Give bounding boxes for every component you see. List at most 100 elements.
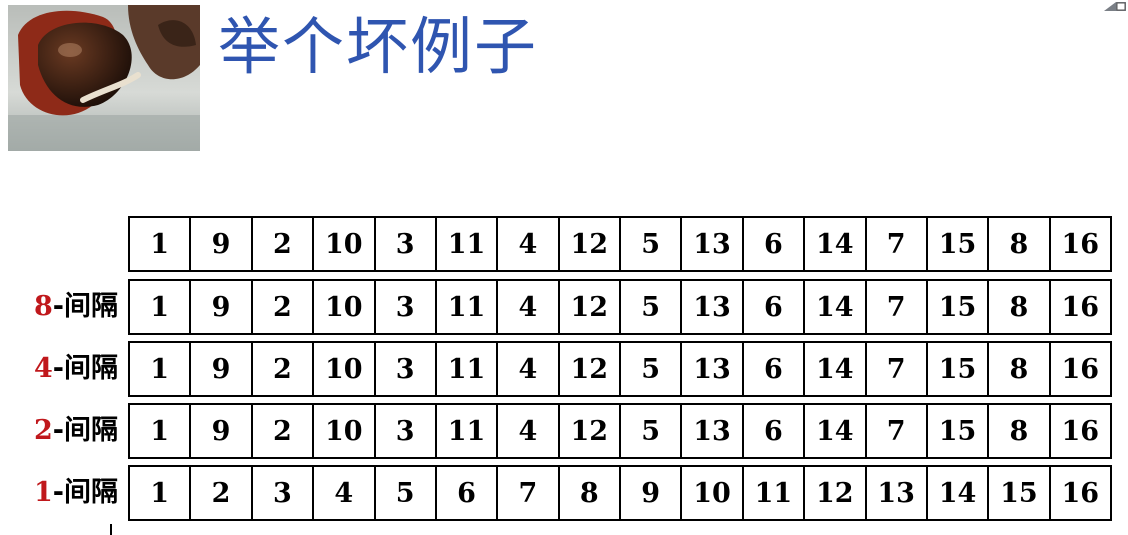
gap-label-text: -间隔 xyxy=(52,477,118,508)
table-cell: 5 xyxy=(621,218,683,270)
table-cell: 12 xyxy=(560,343,621,395)
table-cell: 16 xyxy=(1061,415,1100,447)
table-cell: 14 xyxy=(805,218,867,270)
table-cell: 6 xyxy=(744,218,806,270)
table-cell: 11 xyxy=(437,343,499,395)
table-cell: 7 xyxy=(867,218,928,270)
table-cell: 12 xyxy=(560,281,621,333)
table-cell: 3 xyxy=(376,281,437,333)
table-cell: 15 xyxy=(928,343,990,395)
margin-tick xyxy=(110,524,112,535)
table-cell: 9 xyxy=(191,218,253,270)
table-cell: 7 xyxy=(498,467,560,519)
table-cell: 5 xyxy=(621,281,683,333)
row-label: 1-间隔 xyxy=(0,465,118,521)
row-cells: 1 2 3 4 5 6 7 8 9 10 11 12 13 14 15 16 xyxy=(128,465,1112,521)
table-cell: 4 xyxy=(498,405,560,457)
table-cell: 2 xyxy=(253,281,315,333)
table-cell: 14 xyxy=(805,343,867,395)
table-cell: 5 xyxy=(621,405,683,457)
table-cell: 16 xyxy=(1061,228,1100,260)
row-label: 8-间隔 xyxy=(0,279,118,335)
table-cell: 4 xyxy=(314,467,376,519)
table-cell: 14 xyxy=(928,467,990,519)
gap-label-text: -间隔 xyxy=(52,291,118,322)
row-cells: 1 9 2 10 3 11 4 12 5 13 6 14 7 15 8 16 xyxy=(128,341,1112,397)
table-cell: 8 xyxy=(989,343,1051,395)
table-cell: 1 xyxy=(130,405,192,457)
row-cells: 1 9 2 10 3 11 4 12 5 13 6 14 7 15 8 16 xyxy=(128,279,1112,335)
table-cell: 11 xyxy=(437,405,499,457)
table-cell: 9 xyxy=(191,343,253,395)
table-cell: 10 xyxy=(314,218,376,270)
table-cell: 2 xyxy=(253,405,315,457)
table-cell: 5 xyxy=(376,467,437,519)
table-cell: 7 xyxy=(867,343,928,395)
table-cell: 1 xyxy=(130,281,192,333)
table-cell: 14 xyxy=(805,281,867,333)
table-cell: 9 xyxy=(191,405,253,457)
table-cell: 7 xyxy=(867,405,928,457)
table-cell: 15 xyxy=(928,405,990,457)
table-cell: 12 xyxy=(560,405,621,457)
table-cell: 13 xyxy=(682,218,744,270)
table-cell: 11 xyxy=(744,467,806,519)
table-cell: 15 xyxy=(928,281,990,333)
slide-title: 举个坏例子 xyxy=(218,10,539,83)
table-cell: 16 xyxy=(1061,291,1100,323)
row-label: 4-间隔 xyxy=(0,341,118,397)
table-cell: 1 xyxy=(130,467,192,519)
table-cell: 13 xyxy=(682,281,744,333)
table-cell: 1 xyxy=(130,343,192,395)
table-cell: 9 xyxy=(191,281,253,333)
table-cell: 13 xyxy=(867,467,928,519)
table-cell: 4 xyxy=(498,218,560,270)
table-cell: 6 xyxy=(744,405,806,457)
table-cell: 6 xyxy=(744,281,806,333)
table-cell: 7 xyxy=(867,281,928,333)
gap-number: 4 xyxy=(33,353,53,384)
table-cell: 11 xyxy=(437,218,499,270)
table-cell: 8 xyxy=(989,405,1051,457)
table-cell: 8 xyxy=(560,467,621,519)
table-cell: 6 xyxy=(744,343,806,395)
table-cell: 12 xyxy=(805,467,867,519)
table-cell: 15 xyxy=(989,467,1051,519)
table-cell: 16 xyxy=(1061,353,1100,385)
table-cell: 15 xyxy=(928,218,990,270)
gap-number: 1 xyxy=(33,477,53,508)
row-label: 2-间隔 xyxy=(0,403,118,459)
gap-label-text: -间隔 xyxy=(52,353,118,384)
table-cell: 9 xyxy=(621,467,683,519)
table-cell: 3 xyxy=(376,405,437,457)
table-cell: 8 xyxy=(989,218,1051,270)
gap-number: 2 xyxy=(33,415,53,446)
table-cell: 3 xyxy=(376,343,437,395)
table-cell: 5 xyxy=(621,343,683,395)
gap-number: 8 xyxy=(33,291,53,322)
table-cell: 11 xyxy=(437,281,499,333)
fullscreen-icon[interactable] xyxy=(1102,0,1128,12)
table-cell: 12 xyxy=(560,218,621,270)
table-cell: 2 xyxy=(253,343,315,395)
table-cell: 3 xyxy=(253,467,315,519)
table-cell: 2 xyxy=(191,467,253,519)
table-cell: 6 xyxy=(437,467,499,519)
chestnut-photo xyxy=(8,5,200,151)
row-label xyxy=(0,216,118,272)
table-cell: 14 xyxy=(805,405,867,457)
row-cells: 1 9 2 10 3 11 4 12 5 13 6 14 7 15 8 16 xyxy=(128,216,1112,272)
table-cell: 4 xyxy=(498,343,560,395)
table-cell: 10 xyxy=(314,281,376,333)
table-cell: 8 xyxy=(989,281,1051,333)
row-cells: 1 9 2 10 3 11 4 12 5 13 6 14 7 15 8 16 xyxy=(128,403,1112,459)
table-cell: 10 xyxy=(682,467,744,519)
table-cell: 10 xyxy=(314,343,376,395)
table-cell: 1 xyxy=(130,218,192,270)
table-cell: 16 xyxy=(1061,477,1100,509)
table-cell: 13 xyxy=(682,343,744,395)
table-cell: 2 xyxy=(253,218,315,270)
table-cell: 10 xyxy=(314,405,376,457)
table-cell: 13 xyxy=(682,405,744,457)
gap-label-text: -间隔 xyxy=(52,415,118,446)
